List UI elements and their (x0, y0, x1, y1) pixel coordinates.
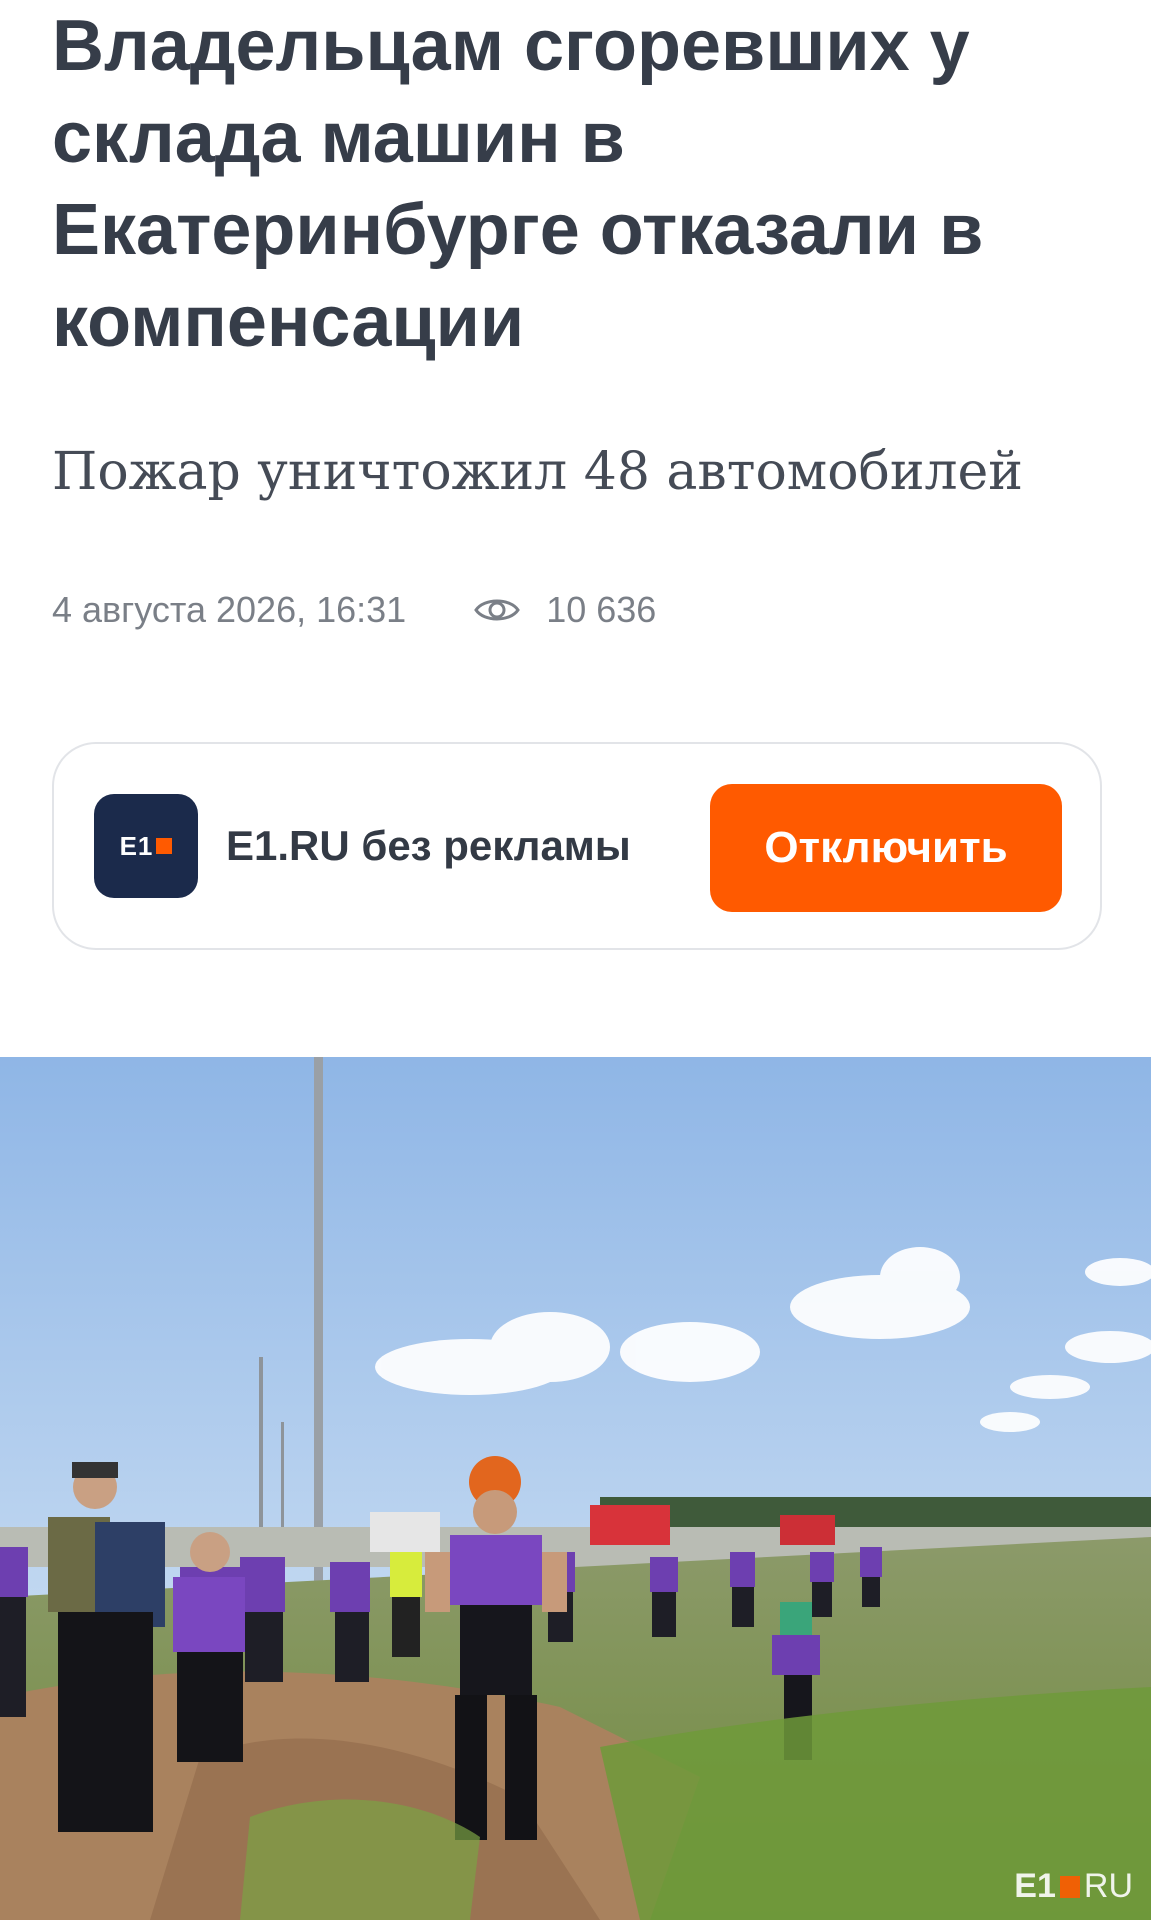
view-count: 10 636 (546, 589, 657, 630)
watermark-orange-square (1059, 1875, 1080, 1898)
article-subtitle: Пожар уничтожил 48 автомобилей (52, 442, 1023, 502)
ad-free-promo: E1 E1.RU без рекламы Отключить (52, 742, 1102, 950)
eye-icon (474, 599, 520, 621)
watermark-ru: RU (1083, 1867, 1133, 1905)
publish-date: 4 августа 2026, 16:31 (52, 589, 407, 630)
e1-watermark: E1 RU (1014, 1867, 1133, 1906)
e1-logo: E1 (94, 794, 198, 898)
logo-orange-square (156, 838, 173, 854)
e1-logo-text: E1 (119, 830, 154, 861)
watermark-e1: E1 (1014, 1867, 1056, 1905)
article-meta: 4 августа 2026, 16:31 10 636 (52, 585, 656, 635)
promo-label: E1.RU без рекламы (226, 822, 631, 869)
article-photo[interactable] (0, 1057, 1151, 1920)
article-headline: Владельцам сгоревших у склада машин в Ек… (52, 6, 984, 362)
disable-ads-button[interactable]: Отключить (710, 784, 1062, 912)
